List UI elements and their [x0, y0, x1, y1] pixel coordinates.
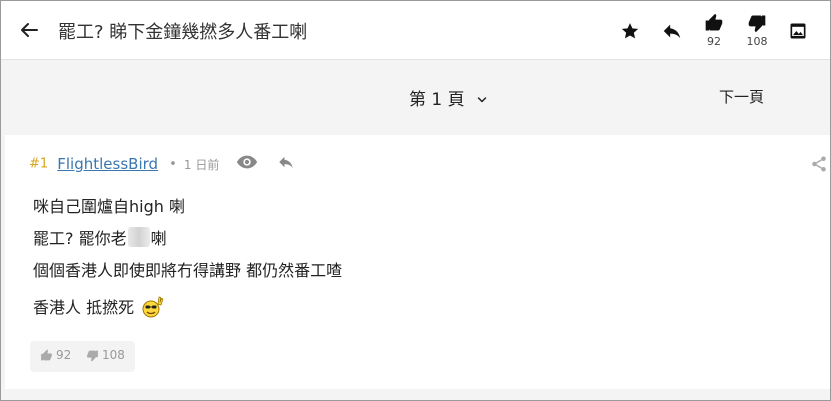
- thread-dislike-count: 108: [746, 35, 768, 48]
- dislike-thread-button[interactable]: 108: [743, 13, 771, 48]
- reply-button[interactable]: [661, 20, 683, 42]
- post-line-2: 罷工? 罷你老 喇: [33, 227, 342, 259]
- like-thread-button[interactable]: 92: [701, 13, 727, 48]
- share-icon: [812, 156, 826, 172]
- quote-reply-button[interactable]: [276, 153, 296, 175]
- top-bar: 罷工? 睇下金鐘幾撚多人番工喇 92 108: [1, 1, 830, 60]
- chevron-down-icon: [477, 97, 487, 103]
- post-line-2-start: 罷工? 罷你老: [33, 229, 127, 248]
- eye-icon: [237, 155, 258, 169]
- reply-icon: [663, 24, 681, 39]
- post-card: #1 FlightlessBird • 1 日前 咪自己圍爐自high 喇 罷工…: [5, 135, 830, 389]
- post-like-count: 92: [56, 348, 72, 362]
- censored-text: [127, 227, 150, 247]
- image-mode-button[interactable]: [788, 21, 808, 41]
- current-page-label: 第 1 頁: [409, 90, 465, 110]
- thread-like-count: 92: [707, 35, 721, 48]
- view-user-posts-button[interactable]: [236, 154, 258, 174]
- floor-number: #1: [29, 156, 49, 172]
- image-icon: [790, 23, 806, 39]
- post-line-1: 咪自己圍爐自high 喇: [33, 197, 185, 216]
- meta-separator: •: [169, 156, 177, 172]
- emoji-icon: [141, 295, 165, 326]
- share-button[interactable]: [810, 155, 828, 177]
- pagination-bar: 第 1 頁 下一頁: [1, 60, 830, 134]
- post-dislike-button[interactable]: 108: [86, 348, 125, 362]
- thumbs-down-icon: [87, 350, 98, 362]
- thumbs-down-icon: [748, 15, 766, 33]
- star-icon: [621, 23, 639, 39]
- page-selector[interactable]: 第 1 頁: [409, 85, 488, 110]
- post-like-button[interactable]: 92: [40, 348, 71, 362]
- post-line-4-text: 香港人 抵撚死: [33, 298, 135, 317]
- post-line-2-end: 喇: [150, 229, 167, 248]
- post-dislike-count: 108: [102, 348, 125, 362]
- post-line-3: 個個香港人即使即將冇得講野 都仍然番工喳: [33, 261, 343, 280]
- bookmark-button[interactable]: [620, 21, 640, 41]
- thumbs-up-icon: [41, 349, 52, 361]
- thumbs-up-icon: [705, 13, 723, 31]
- back-button[interactable]: [17, 18, 41, 42]
- next-page-link[interactable]: 下一頁: [719, 86, 764, 107]
- post-content: 咪自己圍爐自high 喇 罷工? 罷你老 喇 個個香港人即使即將冇得講野 都仍然番…: [33, 195, 342, 327]
- post-meta: #1 FlightlessBird • 1 日前: [29, 153, 296, 173]
- thread-title: 罷工? 睇下金鐘幾撚多人番工喇: [58, 22, 308, 43]
- back-arrow-icon: [21, 23, 38, 37]
- post-time: 1 日前: [183, 157, 220, 172]
- reply-icon: [278, 156, 293, 168]
- post-line-4: 香港人 抵撚死: [33, 295, 342, 327]
- username-link[interactable]: FlightlessBird: [57, 155, 158, 173]
- post-vote-box: 92 108: [30, 341, 135, 372]
